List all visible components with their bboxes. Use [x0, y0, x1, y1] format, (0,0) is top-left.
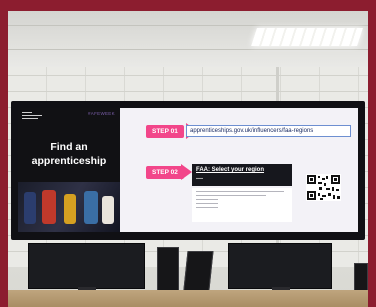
person-figure: [24, 192, 36, 224]
panel-title: Find an apprenticeship: [31, 141, 107, 167]
desk-monitor-left: [28, 243, 145, 289]
ceiling-light: [251, 28, 363, 46]
ceiling: [8, 11, 368, 67]
ceiling-tile-line: [8, 49, 368, 50]
person-figure: [84, 191, 98, 224]
tv-screen: Find an apprenticeship #AFEWEEK STEP 01 …: [18, 108, 358, 232]
desk-monitor-right: [228, 243, 332, 289]
form-text-line: [196, 199, 218, 200]
title-panel: Find an apprenticeship: [18, 108, 120, 232]
step2-arrow: [181, 164, 192, 180]
desk-surface: [8, 290, 368, 307]
person-figure: [64, 194, 76, 224]
form-text-line: [196, 203, 218, 204]
form-text-line: [196, 207, 218, 208]
qr-code: [306, 174, 341, 201]
region-form-title: FAA: Select your region: [196, 167, 265, 173]
wall-tv: Find an apprenticeship #AFEWEEK STEP 01 …: [11, 101, 365, 240]
government-logo: [22, 112, 44, 120]
apprentices-photo: [18, 182, 120, 232]
person-figure: [102, 196, 114, 224]
form-text-line: [196, 191, 284, 192]
step1-badge: STEP 01: [146, 125, 184, 138]
region-form-body: [192, 188, 292, 222]
url-box: apprenticeships.gov.uk/influencers/faa-r…: [186, 125, 351, 137]
photo-frame: Find an apprenticeship #AFEWEEK STEP 01 …: [8, 11, 368, 307]
person-figure: [42, 190, 56, 224]
ceiling-tile-line: [8, 25, 368, 26]
region-form-subtitle: ▬▬: [196, 176, 203, 180]
form-text-line: [196, 195, 266, 196]
desk-device: [354, 263, 368, 293]
region-form-header: FAA: Select your region ▬▬: [192, 164, 292, 186]
hashtag-label: #AFEWEEK: [88, 111, 115, 116]
step2-badge: STEP 02: [146, 166, 184, 179]
